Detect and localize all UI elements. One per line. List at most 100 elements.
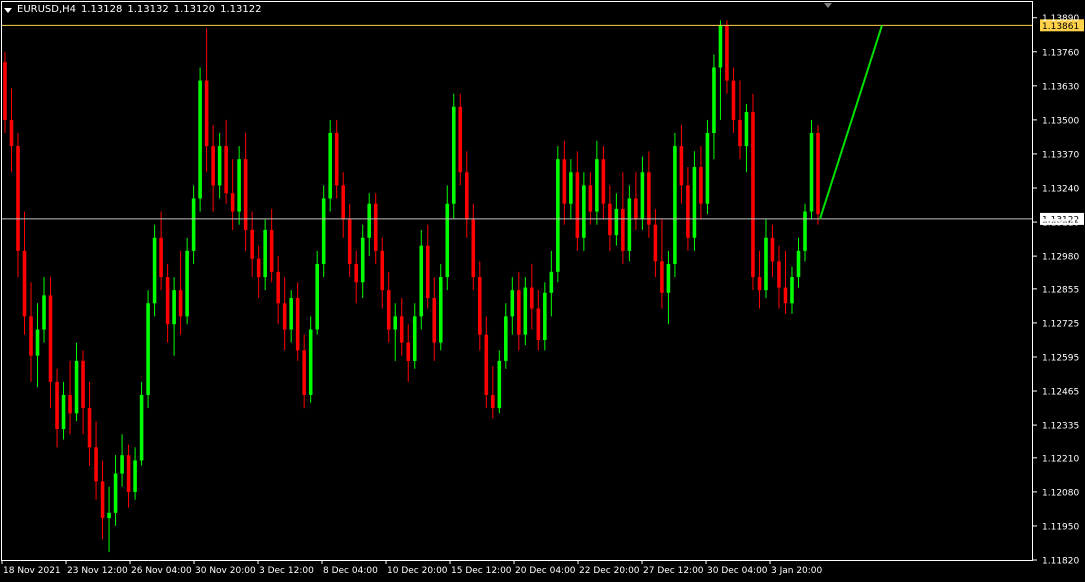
bull-candle (74, 360, 79, 414)
bear-candle (295, 298, 300, 351)
bull-candle (120, 455, 124, 474)
bear-candle (16, 146, 20, 251)
bear-candle (588, 185, 593, 212)
bear-candle (725, 25, 729, 81)
bear-candle (491, 394, 495, 409)
bull-candle (315, 263, 319, 330)
bull-candle (764, 237, 768, 291)
y-tick-label: 1.12210 (1042, 454, 1079, 464)
y-tick-label: 1.12335 (1042, 422, 1079, 432)
y-tick-label: 1.12465 (1042, 388, 1079, 398)
bull-candle (360, 237, 365, 283)
bear-candle (562, 159, 567, 204)
bull-candle (744, 112, 749, 147)
bull-candle (393, 316, 398, 330)
bear-candle (48, 295, 53, 382)
bull-candle (321, 198, 326, 264)
bear-candle (354, 263, 359, 283)
bull-candle (712, 67, 716, 133)
x-tick-label: 22 Dec 20:00 (579, 566, 640, 576)
bear-candle (380, 250, 385, 291)
bull-candle (217, 146, 222, 186)
bear-candle (94, 447, 98, 482)
y-tick-label: 1.13760 (1042, 48, 1079, 58)
bear-candle (777, 261, 781, 288)
bear-candle (68, 394, 72, 414)
y-tick-label: 1.12980 (1042, 253, 1079, 263)
bear-candle (653, 224, 658, 262)
bear-candle (471, 219, 476, 278)
bear-candle (9, 119, 14, 147)
bear-candle (224, 146, 228, 194)
bear-candle (478, 277, 482, 335)
bull-candle (510, 290, 515, 317)
x-tick-label: 20 Dec 04:00 (515, 566, 576, 576)
bull-candle (237, 159, 241, 212)
bear-candle (29, 316, 33, 356)
y-tick-label: 1.11950 (1042, 522, 1079, 532)
bull-candle (718, 25, 723, 68)
bear-candle (22, 250, 27, 317)
bear-candle (3, 62, 7, 120)
bear-candle (165, 277, 170, 325)
bear-candle (770, 237, 775, 262)
bull-candle (673, 146, 677, 264)
bear-candle (55, 381, 59, 430)
x-tick-label: 23 Nov 12:00 (67, 566, 128, 576)
bull-candle (61, 394, 66, 430)
bear-candle (608, 203, 612, 236)
y-tick-label: 1.11820 (1042, 557, 1079, 567)
x-tick-label: 30 Dec 04:00 (707, 566, 768, 576)
bear-candle (282, 303, 287, 330)
symbol-timeframe: EURUSD,H4 (17, 4, 77, 15)
bull-candle (113, 473, 118, 513)
bear-candle (230, 193, 235, 212)
bull-candle (582, 185, 586, 238)
bear-candle (751, 112, 755, 278)
bear-candle (432, 298, 437, 343)
x-tick-label: 27 Dec 12:00 (643, 566, 704, 576)
bull-candle (809, 132, 814, 212)
bear-candle (256, 258, 261, 278)
bull-candle (263, 229, 267, 278)
bear-candle (517, 290, 521, 335)
bear-candle (816, 132, 820, 215)
bull-candle (504, 316, 508, 361)
chart-background (0, 0, 1085, 582)
bull-candle (790, 277, 794, 304)
chart-area[interactable]: 1.13861 1.13122 1.13890 1.13760 1.13630 1.135… (0, 0, 1085, 582)
bear-candle (425, 245, 430, 299)
bull-candle (42, 295, 46, 330)
bull-candle (692, 167, 697, 238)
bull-candle (107, 512, 111, 519)
bear-candle (601, 159, 606, 204)
bear-candle (126, 455, 131, 492)
bear-candle (302, 350, 306, 395)
bull-candle (497, 360, 502, 409)
x-tick-label: 30 Nov 20:00 (195, 566, 256, 576)
bull-candle (289, 298, 293, 330)
bear-candle (464, 172, 469, 220)
bull-candle (614, 208, 619, 236)
bear-candle (178, 290, 183, 317)
ohlc-open: 1.13128 (81, 4, 123, 15)
y-tick-label: 1.13370 (1042, 150, 1079, 160)
collapse-triangle-icon[interactable] (4, 7, 12, 13)
bear-candle (530, 287, 534, 309)
bull-candle (556, 159, 560, 272)
bear-candle (660, 261, 664, 293)
bear-candle (276, 271, 280, 304)
y-tick-label: 1.12595 (1042, 353, 1079, 363)
bull-candle (308, 329, 313, 395)
x-tick-label: 10 Dec 20:00 (387, 566, 448, 576)
y-tick-label: 1.13500 (1042, 116, 1079, 126)
bull-candle (185, 250, 189, 317)
y-tick-label: 1.13890 (1042, 14, 1079, 24)
bear-candle (386, 290, 391, 330)
price-chart[interactable]: 1.138611.131221.138901.137601.136301.135… (0, 0, 1085, 582)
ohlc-high: 1.13132 (127, 4, 169, 15)
bear-candle (204, 80, 209, 147)
bull-candle (796, 250, 801, 278)
bull-candle (35, 329, 40, 356)
bull-candle (543, 292, 547, 340)
